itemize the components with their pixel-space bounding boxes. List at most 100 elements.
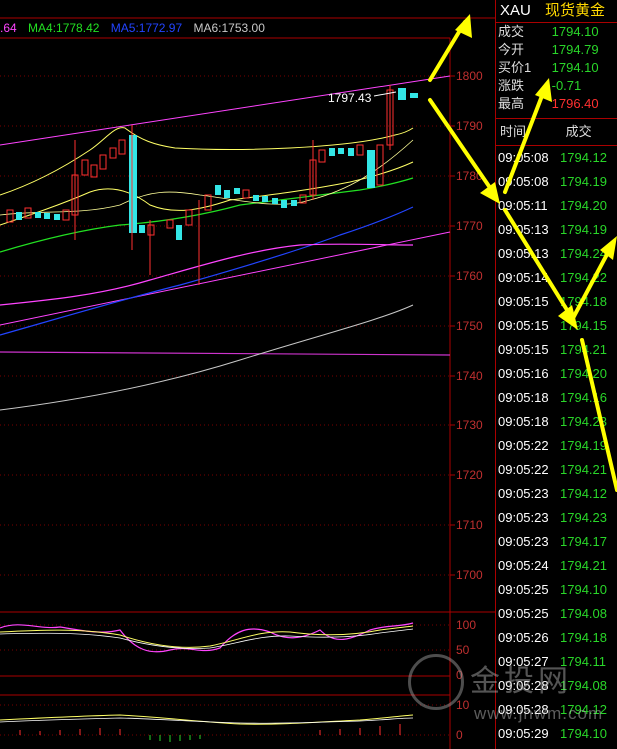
tick-row[interactable]: 09:05:11 1794.20	[496, 194, 617, 218]
axis-label: 1800	[456, 69, 483, 83]
tick-price: 1794.23	[560, 414, 607, 429]
tick-row[interactable]: 09:05:16 1794.20	[496, 362, 617, 386]
axis-label: 1710	[456, 518, 483, 532]
symbol-code: XAU	[500, 2, 531, 19]
quote-row: 成交 1794.10	[496, 23, 617, 41]
axis-label: 1760	[456, 269, 483, 283]
ma-legend: .64 MA4:1778.42 MA5:1772.97 MA6:1753.00	[0, 18, 273, 38]
axis-label: 1730	[456, 418, 483, 432]
axis-label: 1770	[456, 219, 483, 233]
quote-row: 涨跌 -0.71	[496, 77, 617, 95]
tick-price: 1794.12	[560, 486, 607, 501]
quote-row: 最高 1796.40	[496, 95, 617, 113]
tick-price: 1794.08	[560, 606, 607, 621]
watermark-brand: 金投网	[470, 664, 572, 699]
tick-price: 1794.23	[560, 510, 607, 525]
ma-legend-item: MA5:1772.97	[110, 21, 183, 35]
quote-label: 最高	[498, 96, 525, 111]
tick-time: 09:05:13	[498, 222, 549, 237]
tick-time: 09:05:25	[498, 582, 549, 597]
tick-time: 09:05:24	[498, 558, 549, 573]
tick-price: 1794.15	[560, 318, 607, 333]
quote-value: 1794.10	[551, 24, 599, 39]
tick-time: 09:05:16	[498, 366, 549, 381]
tick-row[interactable]: 09:05:18 1794.16	[496, 386, 617, 410]
tick-price: 1794.19	[560, 174, 607, 189]
tick-time: 09:05:15	[498, 294, 549, 309]
tick-row[interactable]: 09:05:13 1794.24	[496, 242, 617, 266]
tick-time: 09:05:23	[498, 486, 549, 501]
ma-legend-item: MA4:1778.42	[28, 21, 100, 35]
tick-price: 1794.16	[560, 390, 607, 405]
quote-value: 1796.40	[551, 96, 599, 111]
tick-time: 09:05:08	[498, 174, 549, 189]
tick-price: 1794.22	[560, 270, 607, 285]
ticks-header-time: 时间	[500, 124, 527, 139]
tick-price: 1794.19	[560, 222, 607, 237]
tick-time: 09:05:14	[498, 270, 549, 285]
tick-time: 09:05:18	[498, 390, 549, 405]
quote-label: 成交	[498, 24, 525, 39]
tick-time: 09:05:22	[498, 438, 549, 453]
tick-price: 1794.21	[560, 462, 607, 477]
tick-price: 1794.10	[560, 582, 607, 597]
quote-value: 1794.10	[551, 60, 599, 75]
quote-row: 今开 1794.79	[496, 41, 617, 59]
quote-label: 买价1	[498, 60, 532, 75]
tick-time: 09:05:15	[498, 318, 549, 333]
tick-time: 09:05:15	[498, 342, 549, 357]
tick-row[interactable]: 09:05:15 1794.18	[496, 290, 617, 314]
tick-time: 09:05:23	[498, 510, 549, 525]
quote-row: 买价1 1794.10	[496, 59, 617, 77]
osc-axis-label: 100	[456, 618, 476, 632]
tick-row[interactable]: 09:05:22 1794.19	[496, 434, 617, 458]
tick-row[interactable]: 09:05:08 1794.12	[496, 146, 617, 170]
tick-row[interactable]: 09:05:13 1794.19	[496, 218, 617, 242]
axis-label: 1720	[456, 468, 483, 482]
tick-time: 09:05:23	[498, 534, 549, 549]
tick-row[interactable]: 09:05:25 1794.08	[496, 602, 617, 626]
tick-row[interactable]: 09:05:24 1794.21	[496, 554, 617, 578]
axis-label: 1750	[456, 319, 483, 333]
tick-price: 1794.18	[560, 630, 607, 645]
symbol-name: 现货黄金	[545, 2, 606, 19]
tick-price: 1794.18	[560, 294, 607, 309]
ma-legend-item: MA6:1753.00	[193, 21, 265, 35]
watermark-url: www.jnwm.com	[474, 704, 604, 723]
tick-price: 1794.17	[560, 534, 607, 549]
tick-row[interactable]: 09:05:23 1794.23	[496, 506, 617, 530]
tick-time: 09:05:18	[498, 414, 549, 429]
tick-row[interactable]: 09:05:26 1794.18	[496, 626, 617, 650]
axis-label: 1700	[456, 568, 483, 582]
tick-time: 09:05:13	[498, 246, 549, 261]
tick-price: 1794.21	[560, 342, 607, 357]
tick-time: 09:05:22	[498, 462, 549, 477]
tick-row[interactable]: 09:05:23 1794.12	[496, 482, 617, 506]
watermark: 金投网 www.jnwm.com	[398, 648, 608, 740]
tick-row[interactable]: 09:05:08 1794.19	[496, 170, 617, 194]
price-callout: 1797.43	[328, 91, 372, 105]
axis-label: 1740	[456, 369, 483, 383]
tick-row[interactable]: 09:05:14 1794.22	[496, 266, 617, 290]
tick-price: 1794.21	[560, 558, 607, 573]
tick-time: 09:05:26	[498, 630, 549, 645]
ma-legend-item: .64	[0, 21, 17, 35]
tick-row[interactable]: 09:05:25 1794.10	[496, 578, 617, 602]
axis-label: 1790	[456, 119, 483, 133]
quote-panel: XAU 现货黄金 成交 1794.10 今开 1794.79 买价1 1794.…	[495, 0, 617, 749]
quote-value: -0.71	[551, 78, 582, 93]
tick-time: 09:05:08	[498, 150, 549, 165]
tick-price: 1794.12	[560, 150, 607, 165]
tick-price: 1794.20	[560, 366, 607, 381]
tick-time: 09:05:11	[498, 198, 548, 213]
tick-row[interactable]: 09:05:22 1794.21	[496, 458, 617, 482]
tick-price: 1794.20	[560, 198, 607, 213]
tick-row[interactable]: 09:05:15 1794.21	[496, 338, 617, 362]
tick-row[interactable]: 09:05:18 1794.23	[496, 410, 617, 434]
tick-row[interactable]: 09:05:23 1794.17	[496, 530, 617, 554]
tick-time: 09:05:25	[498, 606, 549, 621]
tick-row[interactable]: 09:05:15 1794.15	[496, 314, 617, 338]
watermark-logo-icon	[408, 654, 464, 710]
quote-label: 涨跌	[498, 78, 525, 93]
axis-label: 1780	[456, 169, 483, 183]
